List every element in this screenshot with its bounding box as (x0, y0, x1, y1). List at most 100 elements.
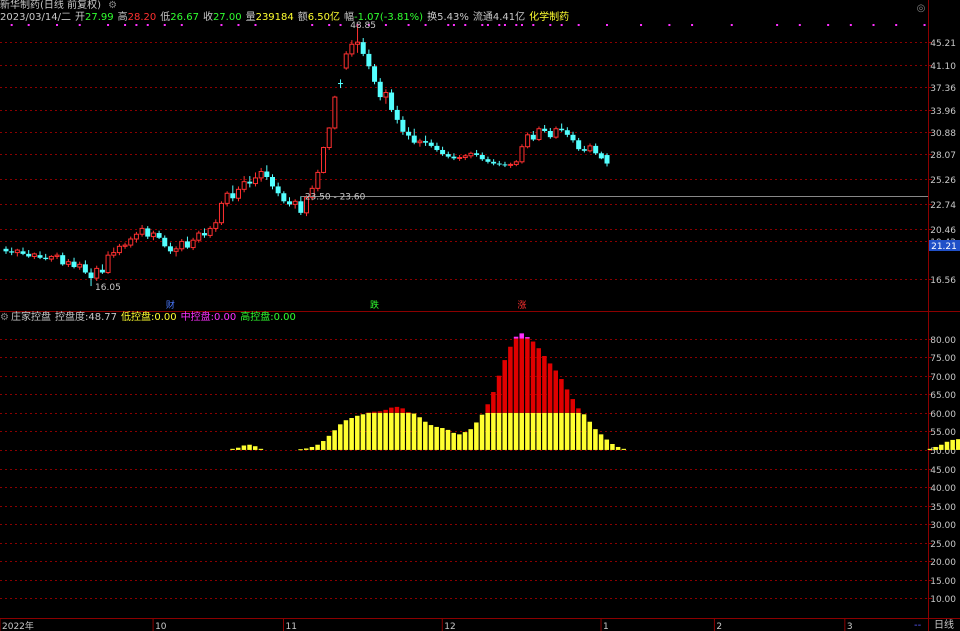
signal-dot (254, 24, 256, 26)
signal-dot (147, 24, 149, 26)
candle-body-down (559, 129, 564, 131)
control-bar-mid (531, 342, 536, 413)
control-bar-high (525, 337, 530, 338)
candle-body-up (208, 228, 212, 235)
signal-dot (79, 24, 81, 26)
signal-dot (799, 24, 801, 26)
control-bar-mid (406, 412, 411, 413)
signal-dot (668, 24, 670, 26)
control-bar-low (933, 447, 938, 450)
control-bar-high (514, 337, 519, 339)
control-indicator-chart[interactable]: 10.0015.0020.0025.0030.0035.0040.0045.00… (0, 312, 960, 618)
candle-body-down (576, 140, 581, 149)
signal-dot (640, 24, 642, 26)
control-bar-low (389, 413, 394, 450)
indicator-tick-label: 45.00 (930, 466, 956, 476)
signal-dot (776, 24, 778, 26)
candle-body-down (582, 149, 587, 151)
control-bar-low (474, 422, 479, 449)
candle-body-up (514, 162, 518, 165)
indicator-tick-label: 15.00 (930, 577, 956, 587)
signal-dot (850, 24, 852, 26)
candle-body-up (15, 250, 19, 253)
control-bar-mid (383, 410, 388, 413)
signal-dot (107, 24, 109, 26)
signal-dot (521, 24, 523, 26)
signal-dot (328, 24, 330, 26)
candle-body-down (43, 258, 48, 259)
period-button[interactable]: 日线 (930, 620, 958, 631)
price-tick-label: 28.07 (930, 151, 956, 161)
signal-dot (124, 24, 126, 26)
indicator-tick-label: 40.00 (930, 484, 956, 494)
control-bar-low (327, 436, 332, 450)
candle-body-up (197, 233, 201, 240)
candle-body-down (361, 42, 366, 54)
candle-body-up (463, 156, 467, 158)
candle-body-down (264, 172, 269, 177)
candle-body-up (344, 54, 348, 68)
signal-dot (164, 24, 166, 26)
control-bar-low (434, 427, 439, 450)
candle-body-down (395, 110, 400, 120)
indicator-tick-label: 25.00 (930, 540, 956, 550)
candlestick-chart[interactable]: 16.5619.4220.4622.7425.2628.0730.8833.96… (0, 0, 960, 312)
candle-body-down (89, 273, 94, 279)
control-bar-low (417, 417, 422, 450)
indicator-tick-label: 30.00 (930, 521, 956, 531)
candle-body-up (293, 201, 297, 204)
control-bar-low (480, 415, 485, 450)
candle-body-down (38, 255, 43, 258)
candle-body-up (458, 158, 462, 159)
signal-dot (873, 24, 875, 26)
price-tick-label: 20.46 (930, 226, 956, 236)
candle-body-up (418, 141, 422, 143)
candle-body-down (400, 120, 405, 132)
candle-body-down (157, 233, 162, 238)
candle-body-down (389, 93, 394, 110)
candle-body-up (509, 164, 513, 165)
event-marker: 涨 (517, 300, 526, 311)
control-bar-low (332, 430, 337, 450)
control-bar-low (610, 444, 615, 450)
control-bar-low (622, 449, 627, 450)
control-bar-low (571, 413, 576, 450)
price-tick-label: 37.36 (930, 84, 956, 94)
control-bar-low (242, 445, 247, 449)
candle-body-up (316, 172, 320, 188)
signal-dot (515, 24, 517, 26)
control-bar-mid (514, 339, 519, 413)
candle-body-down (100, 270, 105, 273)
control-bar-low (508, 413, 513, 450)
control-bar-low (525, 413, 530, 450)
control-bar-mid (553, 370, 558, 412)
candle-body-down (480, 155, 485, 159)
control-bar-low (565, 413, 570, 450)
candle-body-up (174, 249, 178, 252)
price-tick-label: 25.26 (930, 176, 956, 186)
candle-body-down (440, 150, 445, 154)
candle-body-down (168, 246, 173, 251)
candle-body-up (106, 255, 110, 272)
candle-body-up (78, 264, 82, 267)
control-bar-low (945, 442, 950, 450)
candle-body-down (372, 66, 377, 82)
control-bar-low (559, 413, 564, 450)
candle-body-up (469, 153, 473, 156)
control-bar-low (463, 432, 468, 450)
scroll-left-icon[interactable]: -- (914, 620, 926, 631)
control-bar-low (429, 425, 434, 450)
price-tick-label: 41.10 (930, 62, 956, 72)
control-bar-low (553, 413, 558, 450)
control-bar-low (400, 413, 405, 450)
control-bar-mid (389, 408, 394, 413)
signal-dot (924, 24, 926, 26)
signal-dot (464, 24, 466, 26)
signal-dot (561, 24, 563, 26)
signal-dot (408, 24, 410, 26)
control-bar-low (519, 413, 524, 450)
candle-body-up (236, 189, 240, 198)
signal-dot (532, 24, 534, 26)
signal-dot (549, 24, 551, 26)
signal-dot (504, 24, 506, 26)
